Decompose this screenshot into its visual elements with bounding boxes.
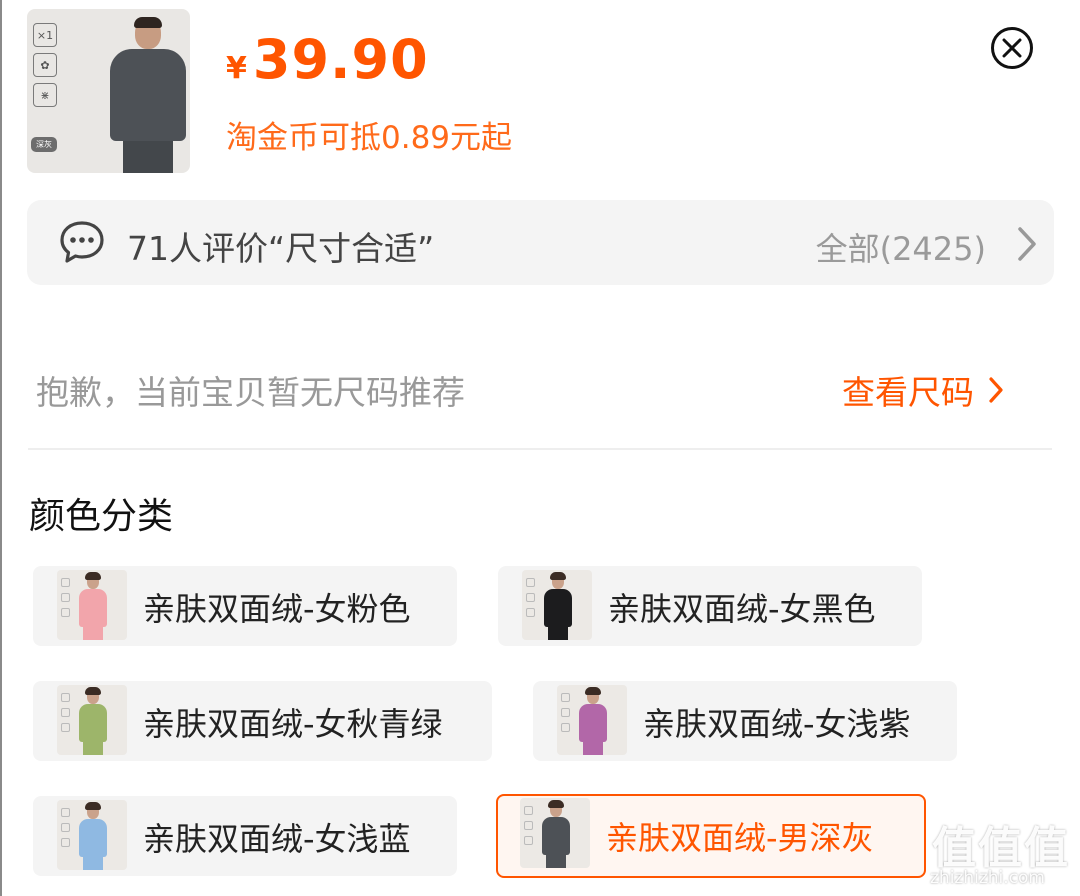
watermark-url: zhizhizhi.com bbox=[930, 868, 1045, 888]
swatch-shirt bbox=[79, 704, 107, 742]
swatch-shirt bbox=[544, 589, 572, 627]
hexagon-flower-icon: ✿ bbox=[33, 53, 57, 77]
swatch-legs bbox=[83, 626, 103, 640]
option-thumbnail bbox=[522, 570, 592, 640]
color-option-selected[interactable]: 亲肤双面绒-男深灰 bbox=[496, 794, 926, 878]
view-size-chart-label: 查看尺码 bbox=[842, 373, 974, 412]
swatch-shirt bbox=[579, 704, 607, 742]
all-reviews-link[interactable]: 全部(2425) bbox=[816, 224, 986, 270]
review-summary-bar[interactable]: 71人评价“尺寸合适” 全部(2425) bbox=[27, 200, 1054, 285]
watermark: 值值值 zhizhizhi.com bbox=[928, 812, 1076, 892]
option-label: 亲肤双面绒-女浅紫 bbox=[643, 705, 911, 743]
color-option[interactable]: 亲肤双面绒-女黑色 bbox=[498, 566, 922, 646]
swatch-shirt bbox=[542, 817, 570, 855]
review-summary-text: 71人评价“尺寸合适” bbox=[127, 229, 435, 268]
option-thumbnail bbox=[57, 685, 127, 755]
swatch-legs bbox=[583, 741, 603, 755]
close-button[interactable] bbox=[991, 27, 1033, 69]
size-recommendation-note: 抱歉，当前宝贝暂无尺码推荐 bbox=[36, 373, 465, 412]
coin-deduction-note: 淘金币可抵0.89元起 bbox=[226, 120, 513, 156]
option-thumbnail bbox=[57, 570, 127, 640]
hexagon-weave-icon: ⋇ bbox=[33, 83, 57, 107]
swatch-legs bbox=[548, 626, 568, 640]
price: ¥ 39.90 bbox=[226, 28, 429, 91]
color-option[interactable]: 亲肤双面绒-女秋青绿 bbox=[33, 681, 492, 761]
color-option[interactable]: 亲肤双面绒-女浅蓝 bbox=[33, 796, 457, 876]
price-amount: 39.90 bbox=[252, 28, 429, 91]
swatch-legs bbox=[83, 741, 103, 755]
product-thumbnail[interactable]: ×1 ✿ ⋇ 深灰 bbox=[27, 9, 190, 173]
close-circle-icon bbox=[1002, 38, 1022, 58]
color-option[interactable]: 亲肤双面绒-女浅紫 bbox=[533, 681, 957, 761]
option-label: 亲肤双面绒-女秋青绿 bbox=[143, 705, 443, 743]
feature-badges: ×1 ✿ ⋇ bbox=[33, 23, 59, 113]
model-hair bbox=[134, 17, 162, 28]
window-edge bbox=[0, 0, 2, 896]
option-label: 亲肤双面绒-女浅蓝 bbox=[143, 820, 411, 858]
option-thumbnail bbox=[557, 685, 627, 755]
color-tag: 深灰 bbox=[31, 137, 57, 152]
model-legs bbox=[123, 141, 173, 173]
option-label: 亲肤双面绒-女黑色 bbox=[608, 590, 876, 628]
option-label: 亲肤双面绒-女粉色 bbox=[143, 590, 411, 628]
times-one-icon: ×1 bbox=[33, 23, 57, 47]
currency-symbol: ¥ bbox=[226, 51, 247, 86]
option-thumbnail bbox=[57, 800, 127, 870]
view-size-chart-link[interactable]: 查看尺码 bbox=[842, 366, 1004, 414]
color-option[interactable]: 亲肤双面绒-女粉色 bbox=[33, 566, 457, 646]
option-label: 亲肤双面绒-男深灰 bbox=[606, 819, 874, 857]
swatch-shirt bbox=[79, 589, 107, 627]
swatch-shirt bbox=[79, 819, 107, 857]
swatch-legs bbox=[546, 854, 566, 868]
color-section-title: 颜色分类 bbox=[29, 496, 174, 537]
option-thumbnail bbox=[520, 798, 590, 868]
chat-bubble-icon bbox=[60, 221, 104, 263]
watermark-logo: 值值值 bbox=[932, 823, 1070, 874]
chevron-right-icon bbox=[1018, 227, 1036, 261]
swatch-legs bbox=[83, 856, 103, 870]
model-shirt bbox=[110, 49, 186, 141]
divider bbox=[28, 448, 1052, 450]
chevron-right-icon bbox=[989, 377, 1003, 403]
